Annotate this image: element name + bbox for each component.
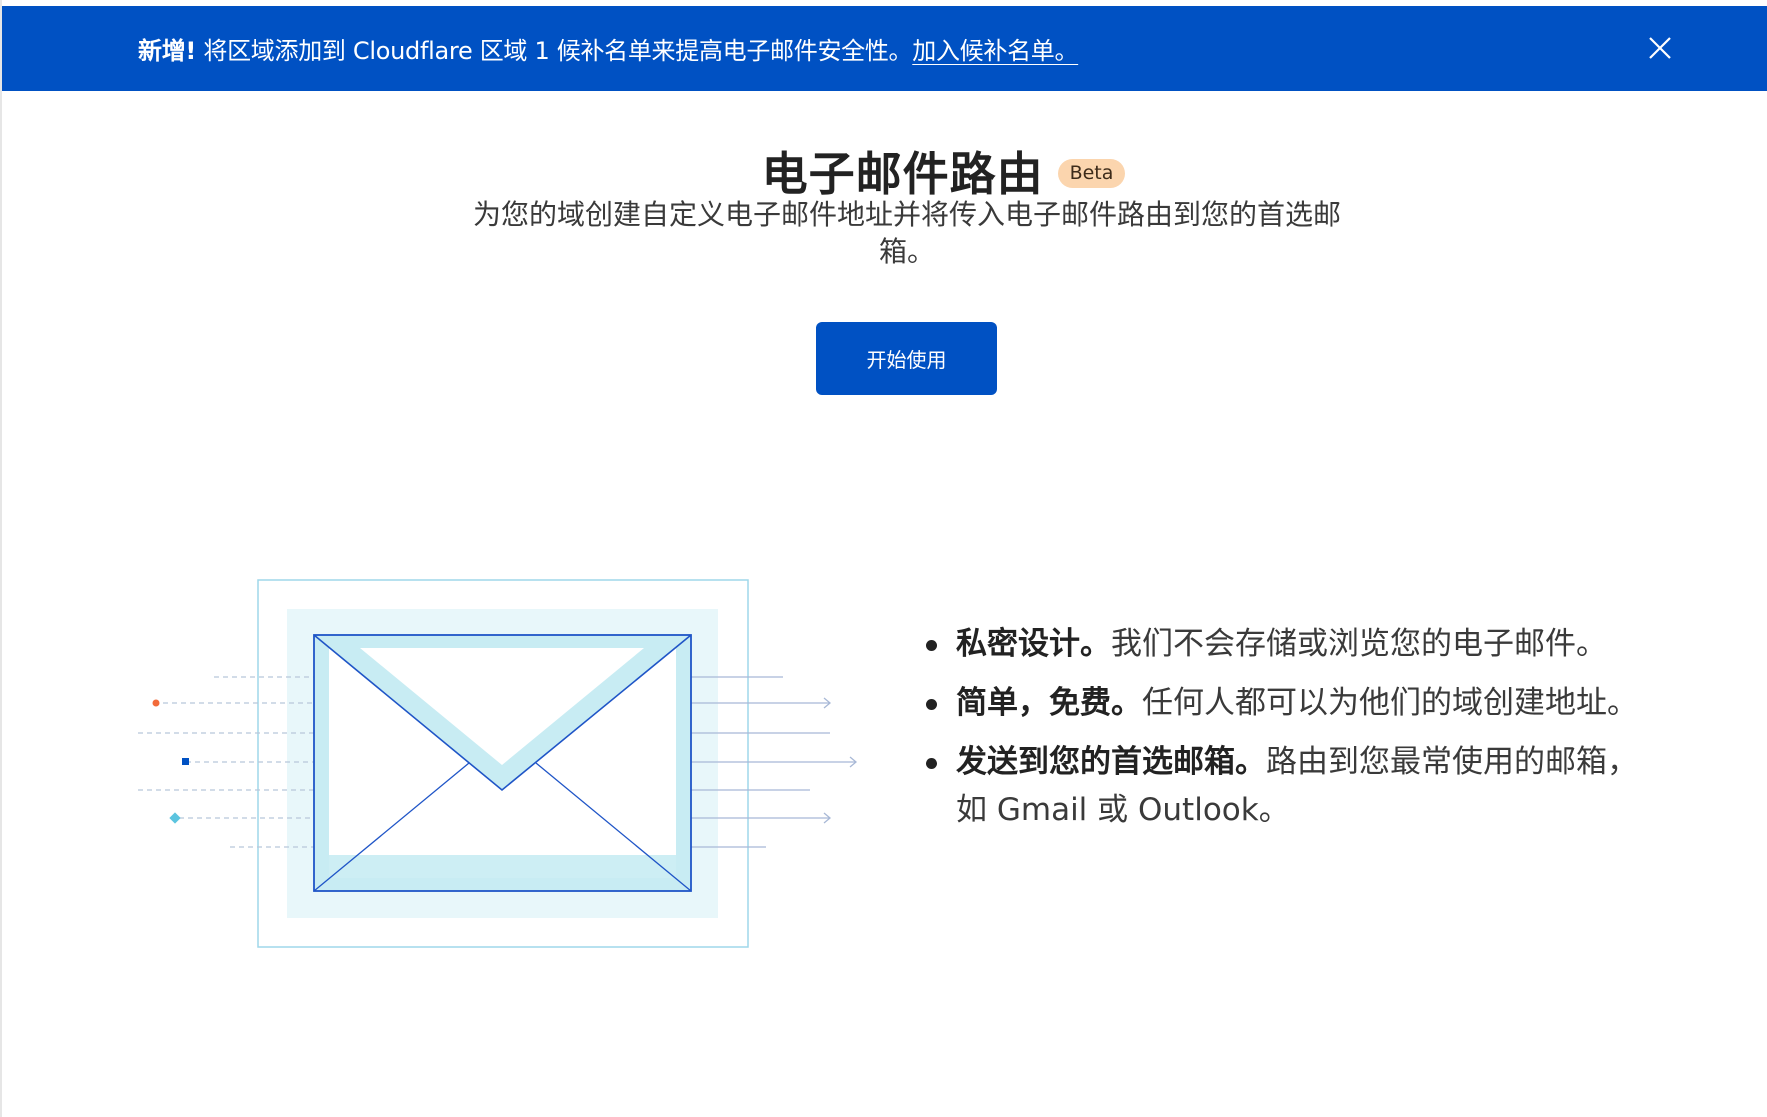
- beta-badge: Beta: [1057, 158, 1126, 188]
- bullet-icon: [926, 699, 937, 710]
- get-started-button[interactable]: 开始使用: [816, 322, 997, 395]
- page-title: 电子邮件路由: [761, 147, 1044, 201]
- announcement-banner: 新增! 将区域添加到 Cloudflare 区域 1 候补名单来提高电子邮件安全…: [2, 6, 1767, 91]
- envelope-icon: [138, 579, 858, 948]
- bullet-icon: [926, 640, 937, 651]
- banner-message: 新增! 将区域添加到 Cloudflare 区域 1 候补名单来提高电子邮件安全…: [138, 31, 1078, 66]
- banner-text: 将区域添加到 Cloudflare 区域 1 候补名单来提高电子邮件安全性。: [203, 37, 913, 65]
- feature-list: 私密设计。我们不会存储或浏览您的电子邮件。 简单，免费。任何人都可以为他们的域创…: [920, 620, 1640, 845]
- feature-text: 任何人都可以为他们的域创建地址。: [1142, 685, 1638, 721]
- blue-square: [182, 758, 189, 765]
- feature-item: 简单，免费。任何人都可以为他们的域创建地址。: [920, 679, 1640, 727]
- teal-diamond: [169, 812, 181, 824]
- envelope-bottom-band: [329, 855, 676, 878]
- feature-text: 我们不会存储或浏览您的电子邮件。: [1111, 626, 1607, 662]
- feature-item: 私密设计。我们不会存储或浏览您的电子邮件。: [920, 620, 1640, 668]
- feature-item: 发送到您的首选邮箱。路由到您最常使用的邮箱，如 Gmail 或 Outlook。: [920, 738, 1640, 834]
- orange-dot: [152, 699, 160, 707]
- join-waitlist-link[interactable]: 加入候补名单。: [912, 37, 1078, 65]
- page-subtitle: 为您的域创建自定义电子邮件地址并将传入电子邮件路由到您的首选邮箱。: [472, 198, 1341, 268]
- close-icon[interactable]: [1646, 34, 1674, 62]
- title-row: 电子邮件路由 Beta: [0, 138, 1767, 204]
- feature-title: 发送到您的首选邮箱。: [956, 744, 1266, 780]
- page: 新增! 将区域添加到 Cloudflare 区域 1 候补名单来提高电子邮件安全…: [0, 0, 1767, 1117]
- bullet-icon: [926, 758, 937, 769]
- arrow-heads: [823, 697, 858, 824]
- banner-new-label: 新增!: [138, 37, 197, 65]
- feature-title: 私密设计。: [956, 626, 1111, 662]
- close-icon-glyph: [1649, 37, 1671, 59]
- feature-title: 简单，免费。: [956, 685, 1142, 721]
